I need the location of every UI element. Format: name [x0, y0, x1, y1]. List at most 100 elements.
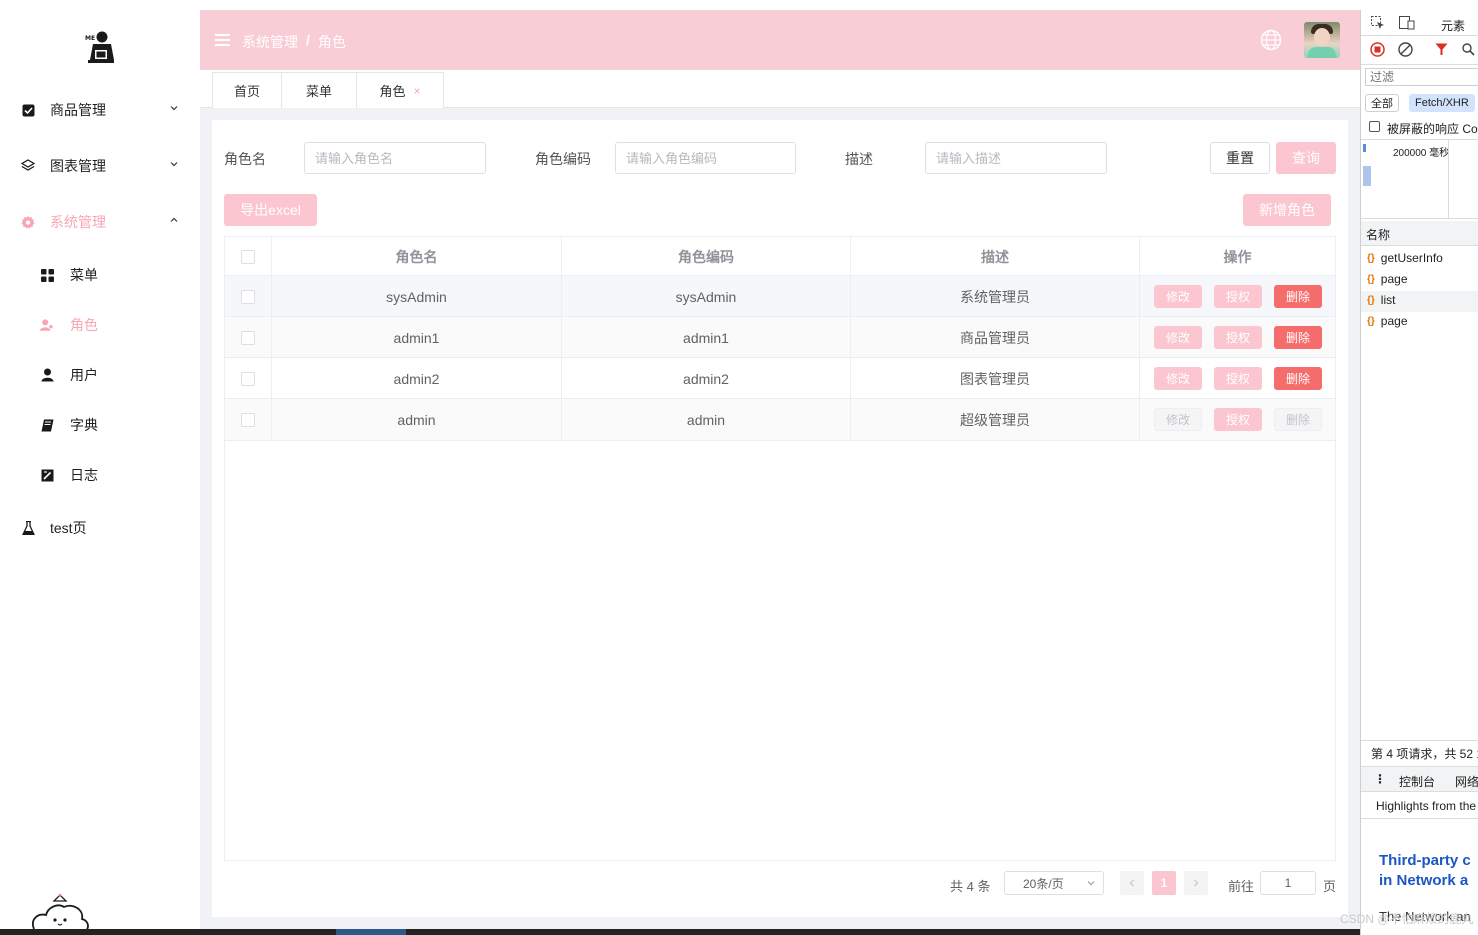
network-request-item[interactable]: {} page — [1367, 272, 1408, 286]
sidebar-item-label: 用户 — [70, 367, 98, 383]
cell-role-code: admin2 — [562, 358, 851, 399]
device-toggle-icon[interactable] — [1399, 16, 1415, 30]
cell-role-code: admin1 — [562, 317, 851, 358]
page-size-select[interactable]: 20条/页 — [1004, 871, 1104, 895]
reset-button[interactable]: 重置 — [1210, 142, 1270, 174]
breadcrumb-item-system[interactable]: 系统管理 — [242, 32, 298, 52]
delete-button[interactable]: 删除 — [1274, 326, 1322, 349]
menu-label: 商品管理 — [50, 102, 106, 118]
xhr-icon: {} — [1367, 315, 1375, 327]
row-select-cell — [225, 276, 272, 317]
role-name-input[interactable] — [304, 142, 486, 174]
devtools-divider — [1361, 35, 1478, 36]
sidebar: ME 商品管理 图表管理 系统管理 菜单 角色 用户 字典 日志 test页 — [0, 0, 200, 935]
menu-item-system[interactable]: 系统管理 — [0, 202, 200, 242]
blocked-responses-checkbox[interactable] — [1369, 121, 1380, 132]
column-header-role-name: 角色名 — [272, 237, 562, 276]
search-button[interactable]: 查询 — [1276, 142, 1336, 174]
network-request-item[interactable]: {} getUserInfo — [1367, 251, 1443, 265]
select-all-checkbox[interactable] — [241, 249, 255, 264]
devtools-filter-input[interactable] — [1365, 68, 1478, 86]
user-icon — [40, 368, 54, 382]
request-name: getUserInfo — [1380, 251, 1443, 265]
chevron-right-icon — [1194, 879, 1199, 887]
sidebar-item-user[interactable]: 用户 — [0, 357, 200, 393]
menu-item-goods[interactable]: 商品管理 — [0, 90, 200, 130]
next-page-button[interactable] — [1184, 871, 1208, 895]
delete-button[interactable]: 删除 — [1274, 285, 1322, 308]
avatar[interactable] — [1304, 22, 1340, 58]
inspect-element-icon[interactable] — [1371, 16, 1385, 30]
cell-description: 系统管理员 — [851, 276, 1140, 317]
sidebar-item-dict[interactable]: 字典 — [0, 407, 200, 443]
devtools-panel: 元素 全部 Fetch/XHR 被屏蔽的响应 Co 200000 毫秒 名称 {… — [1360, 10, 1478, 935]
column-header-actions: 操作 — [1223, 248, 1252, 265]
language-globe-icon[interactable] — [1260, 29, 1282, 51]
description-input[interactable] — [925, 142, 1107, 174]
record-stop-icon[interactable] — [1370, 42, 1385, 57]
tab-menu[interactable]: 菜单 — [281, 72, 357, 108]
more-menu-icon[interactable]: ⋮ — [1374, 772, 1386, 786]
timeline-bar — [1363, 166, 1371, 186]
promo-title-line2[interactable]: in Network a — [1379, 872, 1468, 889]
goto-page-input[interactable] — [1260, 871, 1316, 895]
edit-button[interactable]: 修改 — [1154, 285, 1202, 308]
tab-role[interactable]: 角色 × — [356, 72, 444, 108]
authorize-button[interactable]: 授权 — [1214, 408, 1262, 431]
breadcrumb: 系统管理 / 角色 — [242, 32, 346, 52]
row-checkbox[interactable] — [241, 330, 255, 345]
export-excel-button[interactable]: 导出excel — [224, 194, 317, 226]
close-icon[interactable]: × — [414, 84, 421, 98]
breadcrumb-separator: / — [306, 32, 310, 48]
clear-icon[interactable] — [1398, 42, 1413, 57]
edit-button[interactable]: 修改 — [1154, 367, 1202, 390]
devtools-tab-elements[interactable]: 元素 — [1441, 17, 1465, 34]
taskbar-segment — [336, 929, 406, 935]
authorize-button[interactable]: 授权 — [1214, 326, 1262, 349]
tab-home[interactable]: 首页 — [212, 72, 282, 108]
prev-page-button[interactable] — [1120, 871, 1144, 895]
network-summary: 第 4 项请求，共 52 1 — [1371, 747, 1478, 761]
cell-role-name: sysAdmin — [272, 276, 562, 317]
sidebar-item-menu[interactable]: 菜单 — [0, 257, 200, 293]
row-checkbox[interactable] — [241, 289, 255, 304]
timeline-label: 200000 毫秒 — [1393, 148, 1450, 159]
menu-label: 系统管理 — [50, 214, 106, 230]
devtools-pill-all[interactable]: 全部 — [1365, 94, 1399, 112]
drawer-tab-network[interactable]: 网络 — [1455, 773, 1478, 790]
layers-icon — [21, 159, 35, 173]
goto-label: 前往 — [1228, 879, 1255, 894]
row-checkbox[interactable] — [241, 371, 255, 386]
authorize-button[interactable]: 授权 — [1214, 285, 1262, 308]
search-icon[interactable] — [1462, 43, 1475, 56]
menu-item-charts[interactable]: 图表管理 — [0, 146, 200, 186]
network-name-header[interactable]: 名称 — [1361, 221, 1478, 245]
table-row: admin admin 超级管理员 修改 授权 删除 — [225, 399, 1335, 441]
tab-label: 菜单 — [305, 84, 332, 99]
chevron-down-icon — [1087, 881, 1095, 886]
filter-icon[interactable] — [1435, 43, 1448, 56]
network-request-item[interactable]: {} page — [1367, 314, 1408, 328]
sidebar-item-log[interactable]: 日志 — [0, 457, 200, 493]
network-request-item[interactable]: {} list — [1367, 293, 1395, 307]
timeline-gridline — [1448, 140, 1449, 218]
hamburger-icon[interactable] — [215, 33, 230, 47]
page-number-button[interactable]: 1 — [1152, 871, 1176, 895]
role-code-input[interactable] — [615, 142, 796, 174]
edit-button[interactable]: 修改 — [1154, 326, 1202, 349]
tab-bar: 首页 菜单 角色 × — [200, 70, 1360, 108]
devtools-pill-fetch[interactable]: Fetch/XHR — [1409, 94, 1475, 112]
role-code-label: 角色编码 — [535, 151, 591, 167]
sidebar-item-role[interactable]: 角色 — [0, 307, 200, 343]
devtools-divider — [1361, 139, 1478, 140]
add-role-button[interactable]: 新增角色 — [1243, 194, 1331, 226]
row-select-cell — [225, 399, 272, 440]
drawer-tab-console[interactable]: 控制台 — [1399, 773, 1435, 790]
delete-button[interactable]: 删除 — [1274, 367, 1322, 390]
menu-item-test[interactable]: test页 — [0, 508, 200, 548]
promo-title-line1[interactable]: Third-party c — [1379, 852, 1471, 869]
xhr-icon: {} — [1367, 294, 1375, 306]
authorize-button[interactable]: 授权 — [1214, 367, 1262, 390]
book-icon — [40, 418, 54, 432]
row-checkbox[interactable] — [241, 412, 255, 427]
